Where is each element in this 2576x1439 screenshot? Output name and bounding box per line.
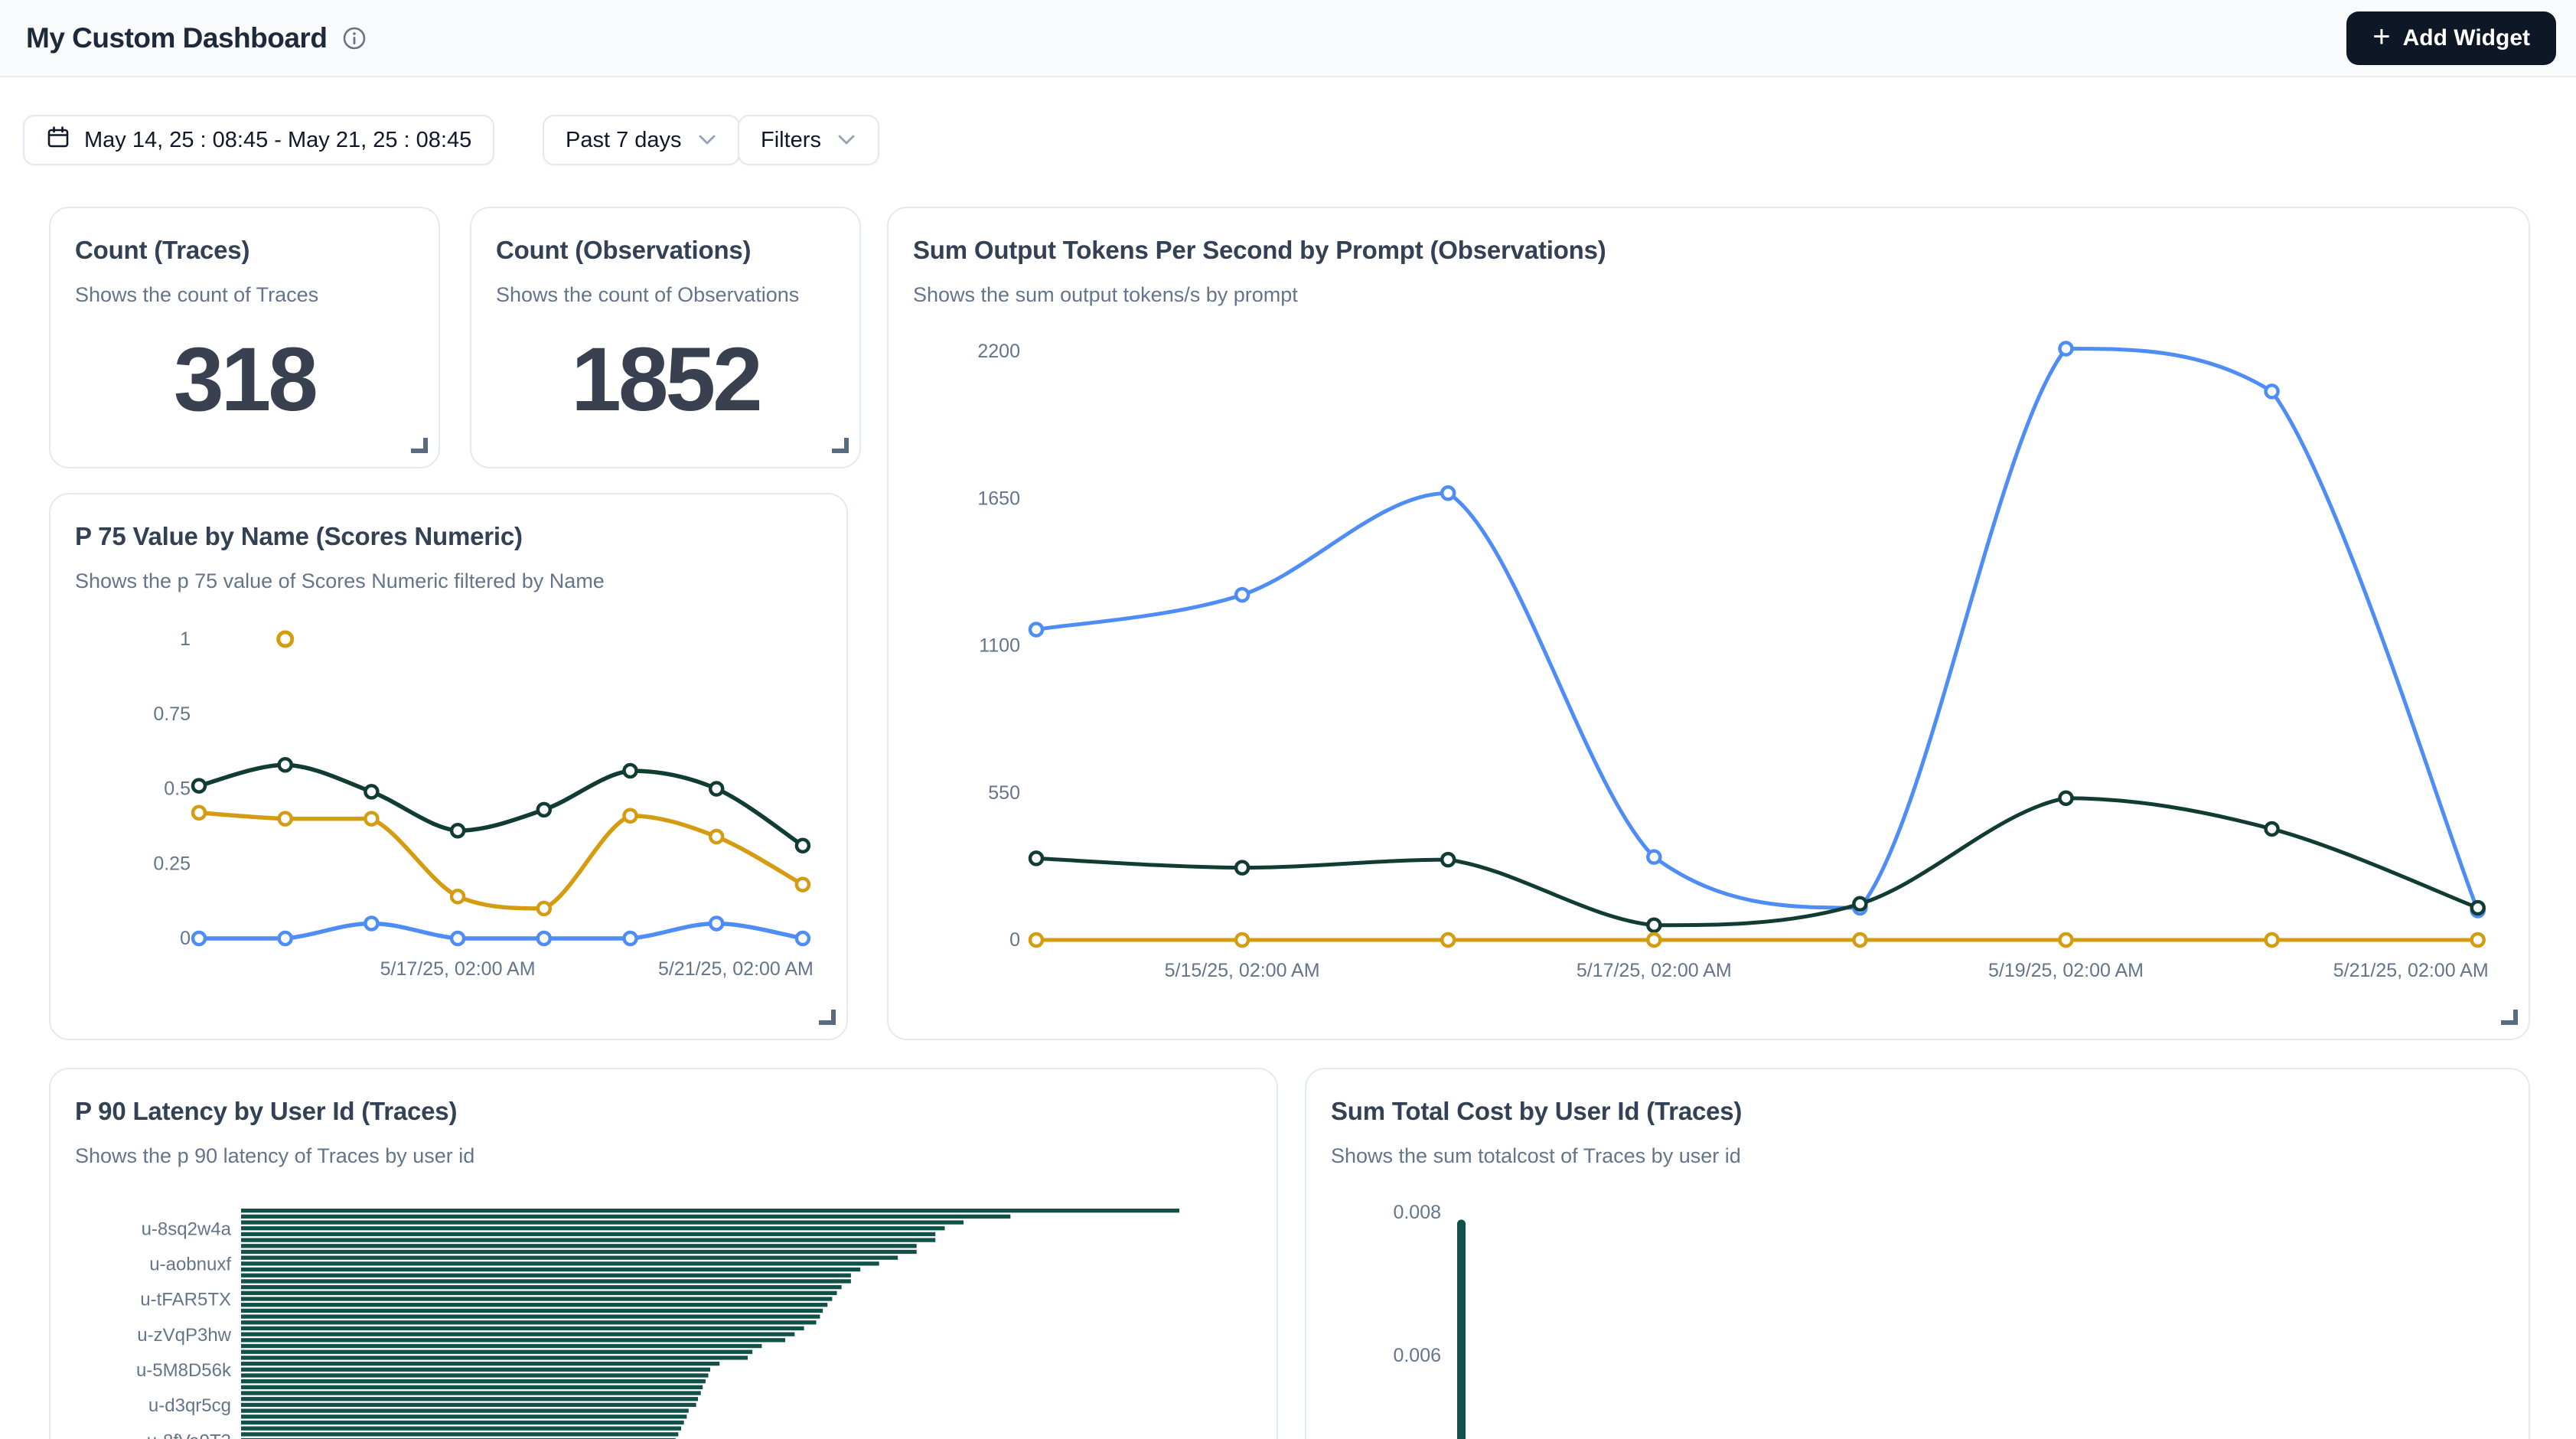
widget-tokens-per-second: Sum Output Tokens Per Second by Prompt (…: [887, 207, 2530, 1040]
widget-title: Count (Observations): [496, 236, 751, 265]
time-preset-dropdown[interactable]: Past 7 days: [543, 115, 740, 165]
svg-text:1650: 1650: [977, 488, 1020, 509]
resize-handle-icon[interactable]: [411, 438, 428, 453]
time-preset-label: Past 7 days: [566, 128, 682, 153]
svg-text:u-8sq2w4a: u-8sq2w4a: [142, 1219, 232, 1239]
tokens-line-chart: 0 550 1100 1650 2200 5/15/25, 02:00 AM 5/17/25…: [889, 208, 2530, 1040]
svg-text:0: 0: [180, 928, 191, 949]
svg-text:0.006: 0.006: [1393, 1345, 1441, 1366]
widget-p75-scores: P 75 Value by Name (Scores Numeric) Show…: [49, 493, 848, 1040]
count-traces-value: 318: [174, 328, 315, 432]
resize-handle-icon[interactable]: [819, 1010, 836, 1025]
filters-label: Filters: [761, 128, 821, 153]
svg-text:0: 0: [1009, 929, 1020, 951]
header: My Custom Dashboard + Add Widget: [0, 0, 2576, 77]
date-range-button[interactable]: May 14, 25 : 08:45 - May 21, 25 : 08:45: [23, 115, 494, 165]
widget-count-traces: Count (Traces) Shows the count of Traces…: [49, 207, 440, 468]
p75-line-chart: 0 0.25 0.5 0.75 1 5/17/25, 02:00 AM 5/21/25, 0…: [51, 494, 848, 1040]
svg-text:5/19/25, 02:00 AM: 5/19/25, 02:00 AM: [1988, 960, 2144, 981]
resize-handle-icon[interactable]: [2501, 1010, 2518, 1025]
page-title: My Custom Dashboard: [26, 22, 327, 54]
svg-text:u-5M8D56k: u-5M8D56k: [136, 1360, 232, 1381]
chevron-down-icon: [836, 128, 856, 153]
svg-text:2200: 2200: [977, 341, 1020, 362]
add-widget-button[interactable]: + Add Widget: [2346, 11, 2556, 65]
resize-handle-icon[interactable]: [832, 438, 849, 453]
cost-bar-chart: 0.008 0.006: [1306, 1069, 2530, 1439]
p90-bar-chart: u-8sq2w4a u-aobnuxf u-tFAR5TX u-zVqP3hw u-5M…: [51, 1069, 1278, 1439]
widget-subtitle: Shows the count of Traces: [75, 283, 318, 307]
svg-text:0.75: 0.75: [153, 703, 191, 725]
svg-text:u-zVqP3hw: u-zVqP3hw: [137, 1325, 231, 1346]
count-observations-value: 1852: [571, 328, 760, 432]
svg-text:0.5: 0.5: [164, 778, 191, 800]
svg-text:550: 550: [988, 782, 1020, 804]
calendar-icon: [46, 125, 70, 155]
svg-text:5/17/25, 02:00 AM: 5/17/25, 02:00 AM: [380, 958, 536, 980]
svg-text:5/21/25, 02:00 AM: 5/21/25, 02:00 AM: [2333, 960, 2489, 981]
add-widget-label: Add Widget: [2403, 25, 2530, 51]
svg-text:u-8fVa9T3: u-8fVa9T3: [147, 1431, 231, 1439]
svg-text:0.008: 0.008: [1393, 1202, 1441, 1223]
svg-text:5/15/25, 02:00 AM: 5/15/25, 02:00 AM: [1165, 960, 1320, 981]
svg-text:1100: 1100: [979, 635, 1020, 657]
svg-text:u-aobnuxf: u-aobnuxf: [149, 1255, 231, 1275]
svg-text:u-tFAR5TX: u-tFAR5TX: [140, 1290, 231, 1310]
svg-text:5/17/25, 02:00 AM: 5/17/25, 02:00 AM: [1577, 960, 1732, 981]
widget-title: Count (Traces): [75, 236, 249, 265]
date-range-text: May 14, 25 : 08:45 - May 21, 25 : 08:45: [84, 128, 471, 153]
chevron-down-icon: [697, 128, 717, 153]
filters-dropdown[interactable]: Filters: [738, 115, 879, 165]
widget-count-observations: Count (Observations) Shows the count of …: [470, 207, 861, 468]
info-icon[interactable]: [342, 26, 367, 51]
svg-text:1: 1: [180, 628, 191, 650]
svg-text:0.25: 0.25: [153, 853, 191, 874]
widget-total-cost: Sum Total Cost by User Id (Traces) Shows…: [1305, 1068, 2530, 1439]
plus-icon: +: [2372, 21, 2390, 52]
svg-text:u-d3qr5cg: u-d3qr5cg: [148, 1395, 231, 1416]
svg-text:5/21/25, 02:00 AM: 5/21/25, 02:00 AM: [658, 958, 814, 980]
widget-p90-latency: P 90 Latency by User Id (Traces) Shows t…: [49, 1068, 1278, 1439]
dashboard-page: My Custom Dashboard + Add Widget M: [0, 0, 2576, 1439]
widget-subtitle: Shows the count of Observations: [496, 283, 799, 307]
